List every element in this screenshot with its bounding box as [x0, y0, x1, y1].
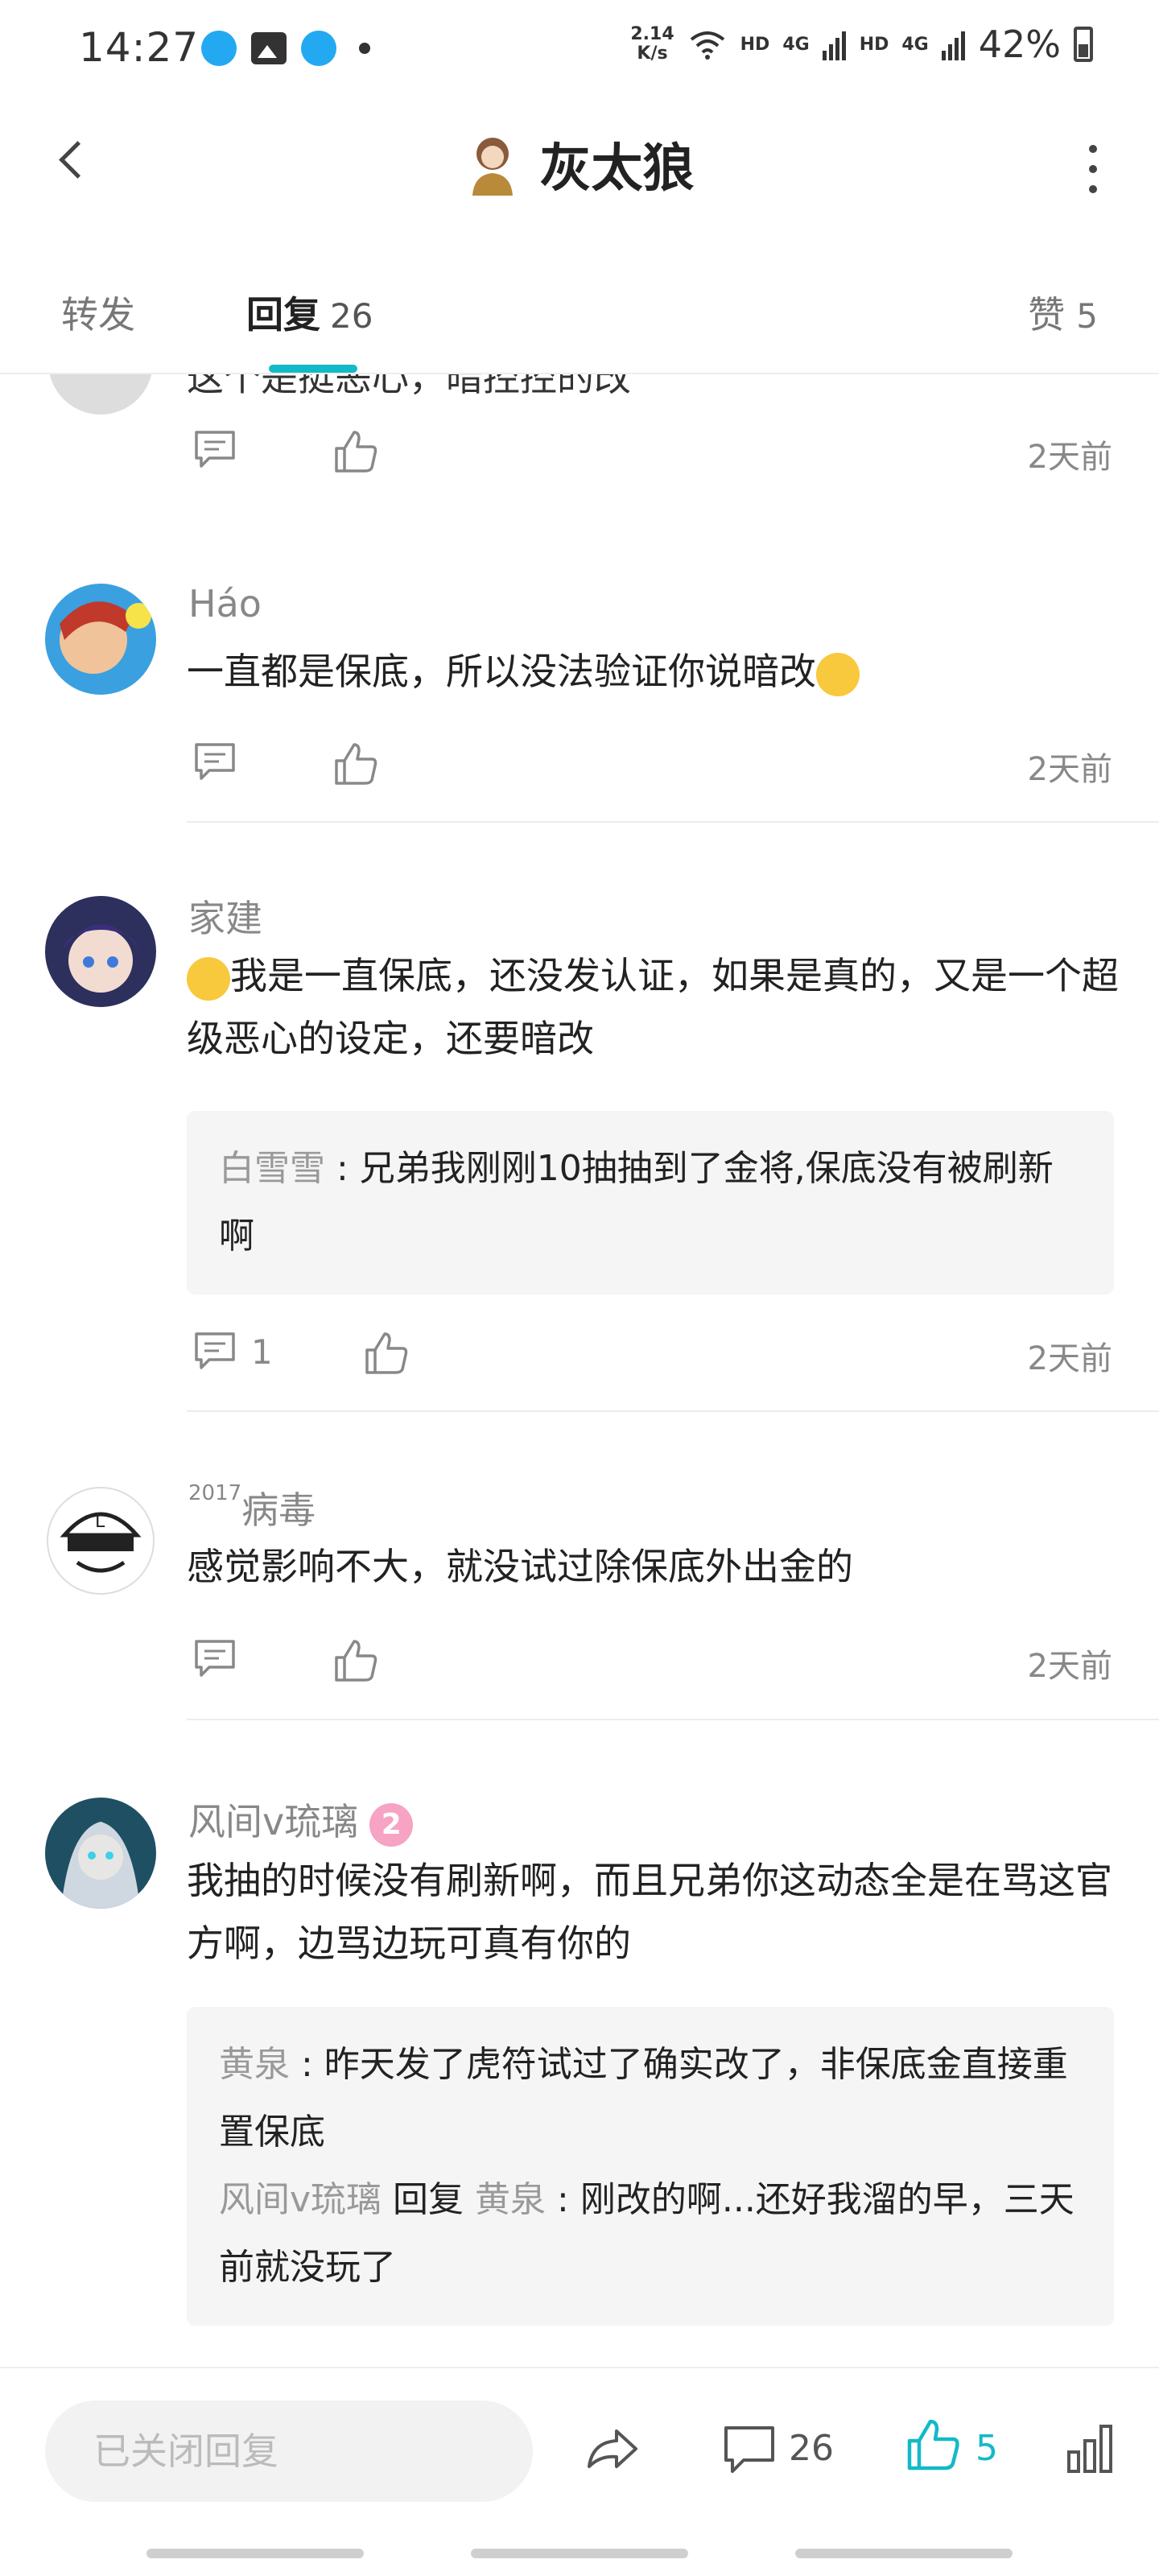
tab-forward[interactable]: 转发 — [61, 286, 135, 339]
title-wrap: 灰太狼 — [0, 127, 1159, 201]
avatar[interactable]: L — [45, 1485, 156, 1596]
comment-actions: 2天前 — [187, 741, 1112, 790]
nav-recents-button[interactable] — [146, 2549, 364, 2558]
reply-text: 昨天发了虎符试过了确实改了，非保底金直接重置保底 — [219, 2044, 1068, 2153]
reply-count: 1 — [251, 1332, 273, 1372]
svg-text:L: L — [95, 1512, 105, 1532]
status-bar: 14:27 2.14 K/s HD 4G HD 4G 42% — [0, 0, 1159, 97]
comment-text: 我是一直保底，还没发认证，如果是真的，又是一个超级恶心的设定，还要暗改 — [187, 954, 1119, 1060]
tab-bar: 转发 回复 26 赞5 — [0, 270, 1159, 374]
like-icon[interactable] — [333, 741, 378, 786]
comment-text: 感觉影响不大，就没试过除保底外出金的 — [187, 1545, 853, 1588]
gallery-notification-icon — [251, 32, 287, 64]
divider — [187, 821, 1159, 823]
signal-icon-1 — [822, 31, 846, 60]
more-notifications-icon — [359, 43, 370, 54]
page-title: 灰太狼 — [539, 139, 695, 199]
qq-notification-icon-2 — [301, 31, 336, 66]
avatar[interactable] — [45, 1798, 156, 1909]
divider — [187, 1410, 1159, 1412]
top-app-bar: 灰太狼 — [0, 97, 1159, 225]
reply-username[interactable]: 风间v琉璃 — [219, 2179, 382, 2220]
title-avatar[interactable] — [464, 133, 521, 196]
bottom-action-bar: 已关闭回复 26 5 — [0, 2367, 1159, 2512]
like-icon[interactable] — [333, 1638, 378, 1683]
tab-indicator — [269, 365, 357, 373]
hd-label-1: HD — [740, 34, 770, 55]
avatar[interactable] — [48, 374, 153, 415]
reply-preview[interactable]: 白雪雪 : 兄弟我刚刚10抽抽到了金将,保底没有被刷新啊 — [187, 1111, 1114, 1294]
tab-reply-count: 26 — [330, 296, 373, 336]
notification-icons — [201, 31, 370, 66]
comment-count: 26 — [789, 2428, 834, 2469]
status-right: 2.14 K/s HD 4G HD 4G 42% — [630, 23, 1093, 66]
battery-icon — [1074, 27, 1093, 62]
hd-label-2: HD — [859, 34, 889, 55]
reply-preview[interactable]: 黄泉 : 昨天发了虎符试过了确实改了，非保底金直接重置保底 风间v琉璃 回复 黄… — [187, 2007, 1114, 2326]
reply-target-username[interactable]: 黄泉 — [475, 2179, 546, 2220]
tab-reply[interactable]: 回复 26 — [246, 286, 373, 339]
comment-text: 这个是挺恶心，暗控控的改 — [187, 374, 631, 399]
dot-icon — [1089, 145, 1097, 153]
comment-time: 2天前 — [1027, 439, 1112, 476]
comment-actions: 2天前 — [187, 429, 1112, 477]
system-nav-bar — [0, 2512, 1159, 2576]
nav-home-button[interactable] — [471, 2549, 688, 2558]
tab-like[interactable]: 赞5 — [1028, 286, 1098, 339]
more-options-button[interactable] — [1085, 145, 1101, 193]
reply-username[interactable]: 白雪雪 — [219, 1148, 325, 1189]
battery-percent: 42% — [978, 23, 1061, 66]
comment-icon[interactable] — [193, 1331, 237, 1371]
comment-actions: 2天前 — [187, 1638, 1112, 1686]
comment-time: 2天前 — [1027, 751, 1112, 788]
comment-icon[interactable] — [193, 1638, 237, 1678]
avatar[interactable] — [45, 584, 156, 695]
lte-label-2: 4G — [901, 34, 929, 55]
comment-text: 一直都是保底，所以没法验证你说暗改 — [187, 640, 1120, 703]
like-icon[interactable] — [364, 1331, 409, 1376]
like-icon[interactable] — [905, 2417, 961, 2473]
level-badge: 2 — [369, 1802, 414, 1847]
username[interactable]: 2017病毒 — [188, 1481, 316, 1534]
comment-icon[interactable] — [721, 2421, 777, 2478]
qq-notification-icon — [201, 31, 237, 66]
reply-line: 风间v琉璃 回复 黄泉 : 刚改的啊...还好我溜的早，三天前就没玩了 — [219, 2179, 1074, 2288]
avatar[interactable] — [45, 896, 156, 1007]
reply-username[interactable]: 黄泉 — [219, 2044, 290, 2085]
pensive-emoji-icon — [187, 956, 230, 1001]
comment-feed[interactable]: 这个是挺恶心，暗控控的改 2天前 Háo 一直都是保底，所以没法验证你说暗改 2… — [0, 374, 1159, 2363]
stats-icon[interactable] — [1064, 2421, 1117, 2475]
laughing-emoji-icon — [816, 652, 860, 696]
reply-line: 黄泉 : 昨天发了虎符试过了确实改了，非保底金直接重置保底 — [219, 2044, 1068, 2153]
net-speed: 2.14 K/s — [630, 24, 674, 64]
comment-text: 我抽的时候没有刷新啊，而且兄弟你这动态全是在骂这官方啊，边骂边玩可真有你的 — [187, 1859, 1112, 1965]
reply-input[interactable]: 已关闭回复 — [45, 2401, 533, 2502]
nav-back-button[interactable] — [795, 2549, 1013, 2558]
signal-icon-2 — [941, 31, 965, 60]
comment-time: 2天前 — [1027, 1340, 1112, 1377]
status-time: 14:27 — [79, 24, 200, 71]
dot-icon — [1089, 165, 1097, 173]
share-icon[interactable] — [584, 2421, 641, 2478]
like-count: 5 — [975, 2428, 998, 2469]
comment-icon[interactable] — [193, 429, 237, 469]
username[interactable]: Háo — [188, 582, 262, 625]
comment-icon[interactable] — [193, 741, 237, 782]
username[interactable]: 家建 — [188, 890, 262, 943]
like-icon[interactable] — [333, 429, 378, 474]
tab-like-count: 5 — [1076, 296, 1098, 336]
dot-icon — [1089, 185, 1097, 193]
lte-label-1: 4G — [782, 34, 810, 55]
comment-time: 2天前 — [1027, 1648, 1112, 1685]
divider — [187, 1719, 1159, 1720]
wifi-icon — [690, 31, 724, 60]
username[interactable]: 风间v琉璃 2 — [188, 1793, 414, 1847]
comment-actions: 1 2天前 — [187, 1331, 1112, 1379]
